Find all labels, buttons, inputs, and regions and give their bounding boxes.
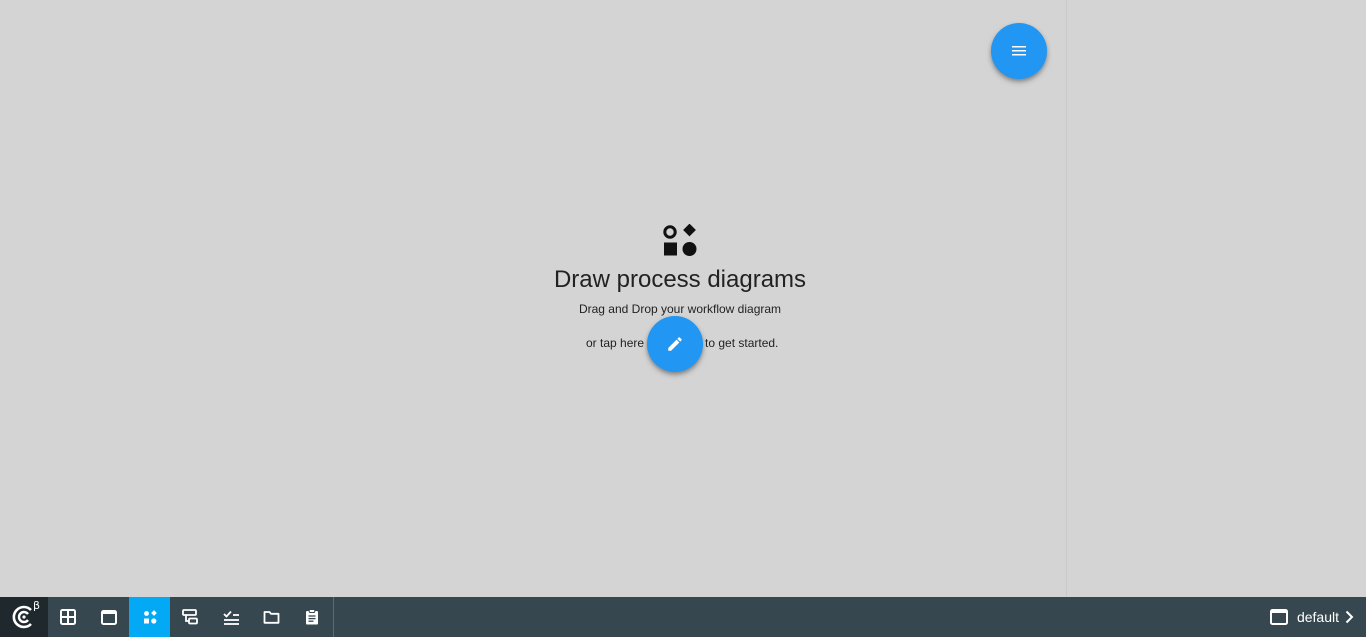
- tab-process-diagrams[interactable]: [129, 597, 171, 637]
- clipboard-icon: [306, 609, 319, 625]
- tab-window[interactable]: [89, 597, 130, 637]
- menu-button[interactable]: [991, 23, 1047, 79]
- app-logo[interactable]: β: [0, 597, 48, 637]
- empty-state-subtitle: Drag and Drop your workflow diagram: [578, 302, 782, 316]
- flow-icon: [182, 609, 199, 625]
- tab-clipboard[interactable]: [292, 597, 333, 637]
- menu-icon: [1012, 46, 1026, 56]
- tab-dashboard[interactable]: [48, 597, 89, 637]
- tab-files[interactable]: [251, 597, 292, 637]
- empty-state-title: Draw process diagrams: [553, 266, 807, 293]
- tab-flow[interactable]: [170, 597, 211, 637]
- tap-suffix-text: to get started.: [705, 336, 779, 350]
- start-drawing-button[interactable]: [647, 316, 703, 372]
- folder-icon: [263, 611, 280, 624]
- checklist-icon: [222, 610, 239, 625]
- pencil-icon: [668, 337, 682, 351]
- empty-state: Draw process diagrams Drag and Drop your…: [460, 224, 900, 316]
- window-icon: [1269, 609, 1288, 625]
- shapes-icon: [663, 224, 697, 256]
- chevron-right-icon: [1345, 610, 1354, 624]
- tap-prefix-text: or tap here: [586, 336, 645, 350]
- properties-panel: [1066, 0, 1366, 597]
- shapes-icon: [143, 610, 157, 624]
- beta-badge: β: [32, 599, 40, 612]
- grid-icon: [60, 609, 77, 625]
- layout-label: default: [1296, 609, 1339, 625]
- layout-switcher[interactable]: default: [1269, 597, 1366, 637]
- tab-checklist[interactable]: [211, 597, 252, 637]
- window-icon: [101, 609, 118, 625]
- taskbar: β default: [0, 597, 1366, 637]
